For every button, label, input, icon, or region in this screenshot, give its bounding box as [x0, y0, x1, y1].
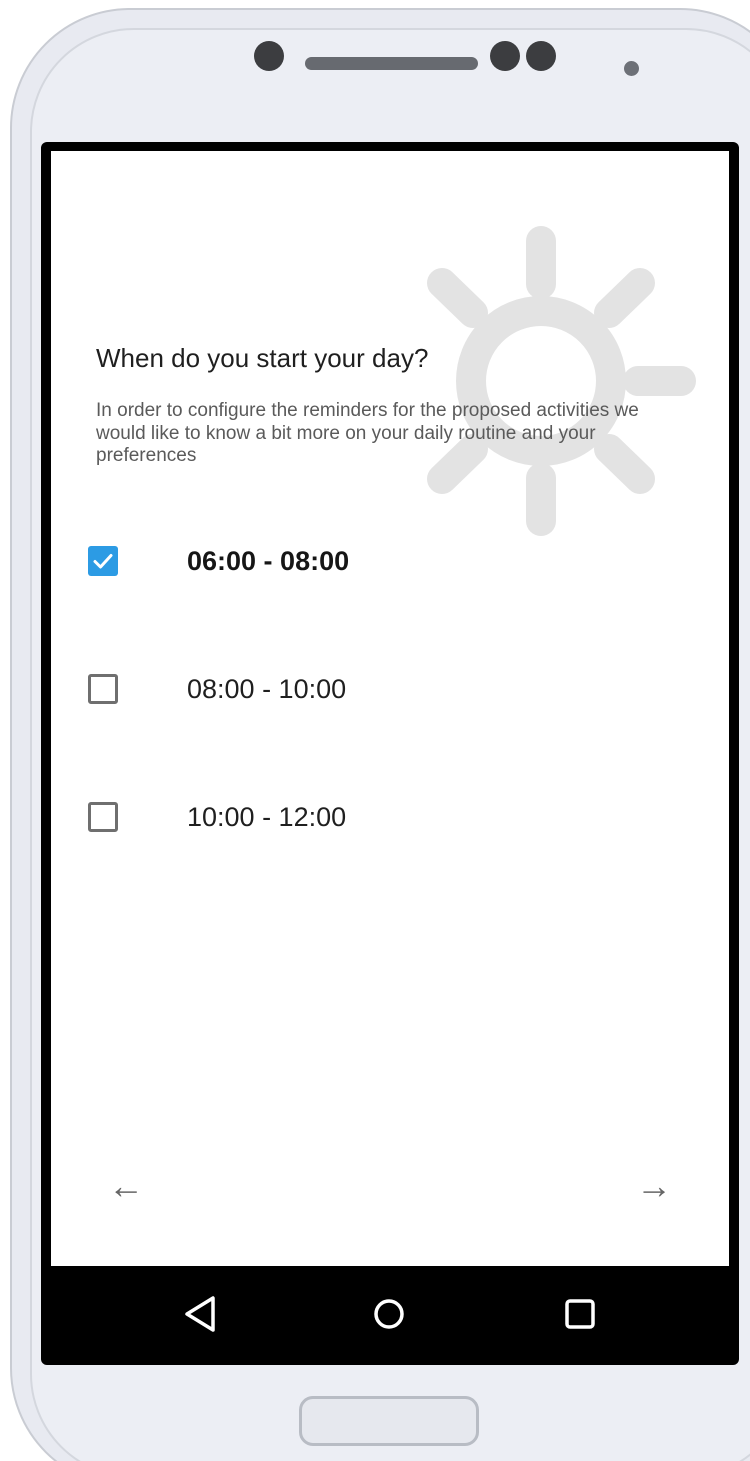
app-screen: When do you start your day? In order to … — [51, 151, 729, 1266]
front-camera — [254, 41, 284, 71]
checkbox-unchecked-icon[interactable] — [88, 802, 118, 832]
checkbox-unchecked-icon[interactable] — [88, 674, 118, 704]
option-row-10-12[interactable]: 10:00 - 12:00 — [85, 790, 685, 846]
arrow-left-icon[interactable]: ← — [101, 1161, 151, 1211]
option-row-06-08[interactable]: 06:00 - 08:00 — [85, 534, 685, 590]
option-row-08-10[interactable]: 08:00 - 10:00 — [85, 662, 685, 718]
device-mockup: When do you start your day? In order to … — [0, 0, 750, 1461]
proximity-sensor — [490, 41, 520, 71]
light-sensor — [526, 41, 556, 71]
square-recents-icon[interactable] — [552, 1286, 608, 1342]
circle-home-icon[interactable] — [361, 1286, 417, 1342]
system-navigation-bar — [51, 1266, 729, 1358]
sun-icon — [427, 226, 696, 536]
question-title: When do you start your day? — [96, 343, 429, 373]
option-label: 06:00 - 08:00 — [187, 546, 350, 576]
triangle-back-icon[interactable] — [173, 1286, 229, 1342]
earpiece-speaker — [305, 57, 478, 70]
checkbox-checked-icon[interactable] — [88, 546, 118, 576]
hardware-home-button[interactable] — [299, 1396, 479, 1446]
option-label: 08:00 - 10:00 — [187, 674, 347, 704]
arrow-right-icon[interactable]: → — [629, 1161, 679, 1211]
option-label: 10:00 - 12:00 — [187, 802, 347, 832]
notification-led — [624, 61, 639, 76]
question-description: In order to configure the reminders for … — [96, 400, 639, 466]
